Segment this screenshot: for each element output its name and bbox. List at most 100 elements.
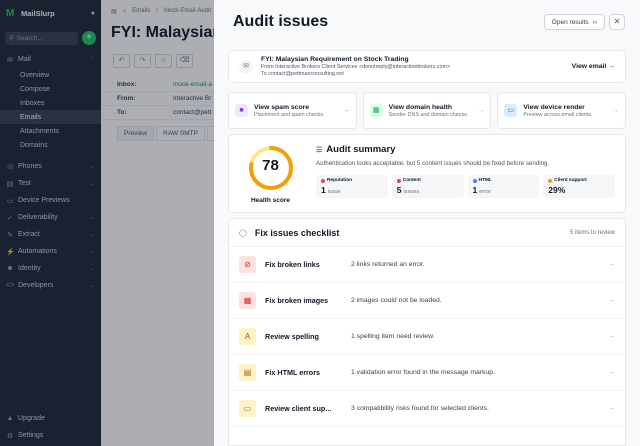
stat-value: 5 issues: [397, 185, 459, 195]
issue-title: Fix HTML errors: [265, 368, 320, 377]
stat-label: Content: [396, 178, 459, 183]
score-ring: 78: [247, 144, 295, 192]
summary-stats: Reputation 1 issue Content 5 issues HTML 1…: [316, 175, 615, 198]
score-label: Health score: [250, 197, 291, 204]
action-desc: Preview across email clients.: [523, 111, 593, 118]
summary-text: Authentication looks acceptable, but 5 c…: [316, 160, 550, 167]
stat-label: HTML: [472, 178, 535, 183]
issue-title: Review client sup...: [265, 404, 332, 413]
action-text: View spam score Placement and spam check…: [254, 104, 337, 118]
fix-issues-checklist: ◯ Fix issues checklist 5 items to review…: [228, 218, 626, 446]
spelling-icon: A: [239, 328, 256, 345]
open-results-button[interactable]: Open results ‹›: [543, 14, 605, 30]
stat-unit: error: [479, 189, 491, 195]
view-device-render-button[interactable]: ▭ View device render Preview across emai…: [497, 92, 627, 129]
email-summary-card: ✉ FYI: Malaysian Requirement on Stock Tr…: [228, 50, 626, 83]
drawer-title: Audit issues: [233, 13, 329, 30]
issue-title: Fix broken links: [265, 260, 320, 269]
issue-review-spelling[interactable]: A Review spelling 1 spelling item need r…: [229, 319, 625, 355]
action-title: View device render: [523, 103, 585, 111]
device-icon: ▭: [504, 104, 518, 117]
issue-title: Fix broken images: [265, 296, 329, 305]
stat-label: Reputation: [321, 178, 383, 183]
audit-drawer: Audit issues Open results ‹› ✕ ✉ FYI: Ma…: [214, 0, 640, 446]
drawer-header: Audit issues Open results ‹› ✕: [214, 0, 640, 44]
arrow-right-icon: →: [477, 107, 485, 114]
stat-dot: [548, 178, 553, 183]
html-file-icon: ▤: [239, 364, 256, 381]
stat-content: Content 5 issues: [391, 175, 464, 198]
stat-reputation: Reputation 1 issue: [316, 175, 388, 198]
checklist-count: 5 items to review: [569, 229, 615, 236]
audit-summary-card: 78 Health score ☰ Audit summary Authenti…: [228, 134, 626, 213]
stat-unit: issues: [403, 189, 420, 195]
close-icon: ✕: [613, 17, 621, 26]
stat-dot: [321, 178, 325, 183]
stat-value: 1 issue: [321, 185, 383, 195]
checklist-title: Fix issues checklist: [254, 227, 340, 238]
view-domain-health-button[interactable]: ▦ View domain health Sender DNS and doma…: [362, 92, 492, 129]
code-icon: ‹›: [592, 18, 597, 26]
action-desc: Sender DNS and domain checks.: [388, 111, 469, 118]
action-desc: Placement and spam checks.: [254, 111, 325, 118]
arrow-right-icon: →: [342, 107, 350, 114]
action-text: View device render Preview across email …: [523, 104, 606, 118]
modal-backdrop[interactable]: [0, 0, 214, 446]
issue-desc: 1 validation error found in the message …: [351, 369, 495, 376]
email-to: To contact@pettmanconsulting.net: [261, 71, 344, 77]
email-subject: FYI: Malaysian Requirement on Stock Trad…: [261, 56, 409, 63]
broken-image-icon: ▦: [239, 292, 256, 309]
stat-label-text: HTML: [478, 178, 492, 183]
monitor-icon: ▭: [239, 400, 256, 417]
view-email-link[interactable]: View email →: [572, 63, 615, 70]
stat-client-support: Client support 29%: [543, 175, 615, 198]
action-title: View spam score: [254, 103, 310, 111]
arrow-right-icon: →: [608, 261, 615, 268]
arrow-right-icon: →: [608, 333, 615, 340]
view-email-label: View email: [571, 63, 607, 70]
arrow-right-icon: →: [608, 297, 615, 304]
audit-actions: ■ View spam score Placement and spam che…: [228, 92, 627, 129]
checklist-header: ◯ Fix issues checklist 5 items to review: [229, 219, 625, 247]
issue-fix-html-errors[interactable]: ▤ Fix HTML errors 1 validation error fou…: [229, 355, 625, 391]
stat-dot: [472, 178, 477, 183]
stat-value: 29%: [548, 185, 610, 195]
action-text: View domain health Sender DNS and domain…: [389, 104, 472, 118]
stat-number: 1: [472, 185, 478, 195]
stat-label-text: Reputation: [327, 178, 353, 183]
stat-value: 1 error: [473, 185, 535, 195]
arrow-right-icon: →: [608, 405, 615, 412]
issue-fix-broken-links[interactable]: ⊘ Fix broken links 2 links returned an e…: [229, 247, 625, 283]
summary-title-text: Audit summary: [326, 144, 396, 155]
spam-icon: ■: [235, 104, 248, 117]
view-spam-score-button[interactable]: ■ View spam score Placement and spam che…: [228, 92, 357, 129]
stat-number: 5: [396, 185, 402, 195]
summary-icon: ☰: [316, 146, 323, 154]
health-score: 78 Health score: [229, 135, 312, 212]
broken-link-icon: ⊘: [239, 256, 256, 273]
arrow-right-icon: →: [612, 107, 620, 114]
envelope-icon: ✉: [239, 59, 253, 74]
arrow-right-icon: →: [608, 63, 615, 70]
summary-title: ☰ Audit summary: [316, 144, 615, 155]
issue-desc: 3 compatibility risks found for selected…: [351, 405, 489, 412]
email-summary-text: FYI: Malaysian Requirement on Stock Trad…: [261, 56, 572, 77]
stat-label: Client support: [548, 178, 610, 183]
issue-desc: 2 images could not be loaded.: [351, 297, 442, 304]
arrow-right-icon: →: [608, 369, 615, 376]
open-results-label: Open results: [551, 18, 589, 26]
shield-check-icon: ◯: [239, 229, 247, 237]
stat-html: HTML 1 error: [467, 175, 540, 198]
stat-unit: issue: [327, 189, 341, 195]
issue-review-client-support[interactable]: ▭ Review client sup... 3 compatibility r…: [229, 391, 625, 427]
stat-number: 1: [321, 185, 326, 195]
stat-number: 29%: [548, 185, 566, 195]
stat-label-text: Client support: [554, 178, 587, 183]
action-title: View domain health: [388, 103, 452, 111]
close-button[interactable]: ✕: [609, 14, 625, 30]
issue-desc: 1 spelling item need review.: [351, 333, 435, 340]
summary-details: ☰ Audit summary Authentication looks acc…: [312, 135, 625, 212]
issue-fix-broken-images[interactable]: ▦ Fix broken images 2 images could not b…: [229, 283, 625, 319]
domain-icon: ▦: [369, 104, 383, 117]
stat-dot: [396, 178, 401, 183]
